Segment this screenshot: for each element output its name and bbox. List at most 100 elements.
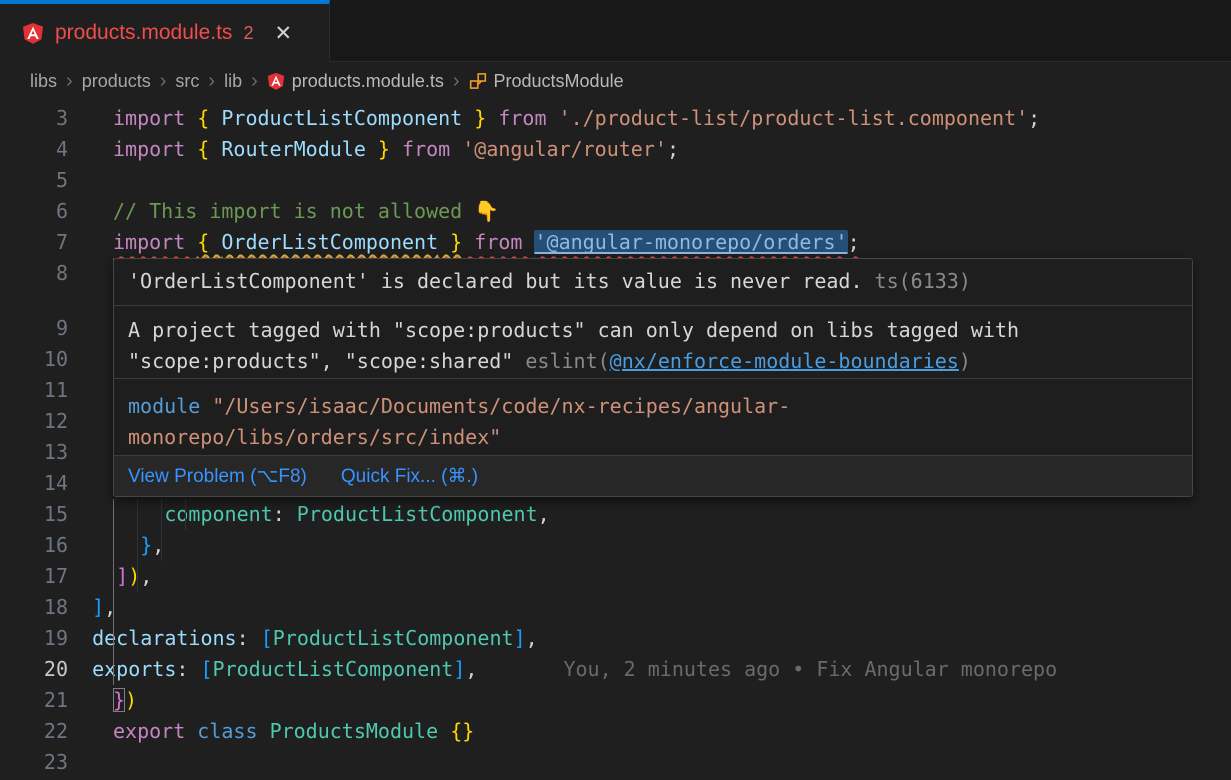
code-token: '@angular/router': [462, 137, 667, 161]
code-token: }: [462, 106, 486, 130]
line-number: 23: [0, 747, 68, 778]
code-token: }: [438, 230, 462, 254]
code-line[interactable]: 3import { ProductListComponent } from '.…: [0, 103, 1231, 134]
breadcrumb-item-libs[interactable]: libs: [30, 71, 57, 92]
view-problem-link[interactable]: View Problem (⌥F8): [128, 465, 307, 488]
line-number: 14: [0, 468, 68, 499]
indent-guide: [185, 499, 186, 530]
line-number: 7: [0, 227, 68, 258]
code-token: {: [197, 137, 221, 161]
code-token: from: [390, 137, 462, 161]
error-underlined-range: import { OrderListComponent } from '@ang…: [113, 230, 860, 254]
line-number: 5: [0, 165, 68, 196]
code-token: ]: [116, 564, 128, 588]
code-token: ;: [667, 137, 679, 161]
line-number: 10: [0, 344, 68, 375]
code-token: ]: [92, 595, 104, 619]
line-number: 11: [0, 375, 68, 406]
code-line[interactable]: 6// This import is not allowed 👇: [0, 196, 1231, 227]
code-token: ProductListComponent: [213, 657, 454, 681]
hovered-import-string[interactable]: '@angular-monorepo/orders': [534, 230, 847, 254]
indent-guide: [137, 561, 138, 592]
code-token: ): [959, 349, 971, 373]
code-token: {: [197, 230, 221, 254]
line-number: 4: [0, 134, 68, 165]
breadcrumb: libs › products › src › lib › products.m…: [0, 62, 1231, 100]
class-icon: [469, 72, 487, 90]
code-token: from: [486, 106, 558, 130]
code-token: ProductListComponent: [273, 626, 514, 650]
line-number: 13: [0, 437, 68, 468]
code-line[interactable]: 18 ],: [0, 592, 1231, 623]
indent-guide: [113, 499, 114, 530]
git-blame-annotation: You, 2 minutes ago • Fix Angular monorep…: [563, 657, 1057, 681]
code-token: [: [261, 626, 273, 650]
code-token: }: [113, 688, 125, 712]
code-line[interactable]: 21}): [0, 685, 1231, 716]
code-token: ,: [526, 626, 538, 650]
code-token: // This import is not allowed 👇: [113, 199, 499, 223]
indent-guide: [161, 499, 162, 530]
breadcrumb-item-file[interactable]: products.module.ts: [267, 71, 444, 92]
code-line[interactable]: 7 import { OrderListComponent } from '@an…: [0, 227, 1231, 258]
code-token: :: [176, 657, 200, 681]
quick-fix-link[interactable]: Quick Fix... (⌘.): [341, 465, 478, 488]
line-number: 21: [0, 685, 68, 716]
code-line[interactable]: 5: [0, 165, 1231, 196]
code-token: {: [197, 106, 221, 130]
hover-status-bar: View Problem (⌥F8) Quick Fix... (⌘.): [114, 455, 1192, 496]
code-line[interactable]: 16 },: [0, 530, 1231, 561]
tab-label: products.module.ts: [55, 21, 232, 45]
code-token: class: [197, 719, 257, 743]
close-icon[interactable]: ✕: [274, 21, 292, 46]
breadcrumb-item-products[interactable]: products: [82, 71, 151, 92]
line-number: 20: [0, 654, 68, 685]
line-number: 8: [0, 258, 68, 289]
code-token: ]: [453, 657, 465, 681]
code-token: "scope:products", "scope:shared": [128, 349, 525, 373]
code-token: export: [113, 719, 185, 743]
diagnostic-line: 'OrderListComponent' is declared but its…: [128, 266, 1178, 297]
code-line[interactable]: 17 ]),: [0, 561, 1231, 592]
code-token: [68, 533, 140, 557]
hover-section-1: 'OrderListComponent' is declared but its…: [114, 259, 1192, 305]
angular-icon: [267, 72, 285, 90]
code-token: import: [113, 106, 197, 130]
code-line[interactable]: 19 declarations: [ProductListComponent],: [0, 623, 1231, 654]
code-line[interactable]: 22export class ProductsModule {}: [0, 716, 1231, 747]
line-number: 12: [0, 406, 68, 437]
breadcrumb-item-lib[interactable]: lib: [224, 71, 242, 92]
breadcrumb-item-symbol[interactable]: ProductsModule: [469, 71, 624, 92]
code-token: ): [125, 688, 137, 712]
code-token: ,: [538, 502, 550, 526]
code-token: ,: [152, 533, 164, 557]
code-token: [68, 564, 116, 588]
code-line[interactable]: 20 exports: [ProductListComponent],You, …: [0, 654, 1231, 685]
code-token: ,: [465, 657, 477, 681]
code-line[interactable]: 4import { RouterModule } from '@angular/…: [0, 134, 1231, 165]
angular-icon: [22, 22, 44, 44]
code-line[interactable]: 15 component: ProductListComponent,: [0, 499, 1231, 530]
diagnostic-line: A project tagged with "scope:products" c…: [128, 315, 1178, 346]
eslint-rule-link[interactable]: @nx/enforce-module-boundaries: [610, 349, 959, 373]
line-number: 9: [0, 313, 68, 344]
hover-section-3: module "/Users/isaac/Documents/code/nx-r…: [114, 378, 1192, 455]
code-token: {}: [450, 719, 474, 743]
code-token: [68, 626, 92, 650]
code-line[interactable]: 23: [0, 747, 1231, 778]
code-token: :: [237, 626, 261, 650]
line-number: 19: [0, 623, 68, 654]
code-token: from: [462, 230, 534, 254]
code-token: ]: [514, 626, 526, 650]
diagnostic-line: module "/Users/isaac/Documents/code/nx-r…: [128, 391, 1178, 422]
tab-products-module[interactable]: products.module.ts 2 ✕: [0, 0, 330, 62]
code-token: [438, 719, 450, 743]
indent-guide: [137, 530, 138, 561]
code-token: exports: [92, 657, 176, 681]
code-token: import: [113, 230, 197, 254]
code-token: ProductsModule: [270, 719, 439, 743]
code-token: ;: [848, 230, 860, 254]
breadcrumb-item-src[interactable]: src: [175, 71, 199, 92]
chevron-right-icon: ›: [66, 70, 73, 93]
line-number: 17: [0, 561, 68, 592]
